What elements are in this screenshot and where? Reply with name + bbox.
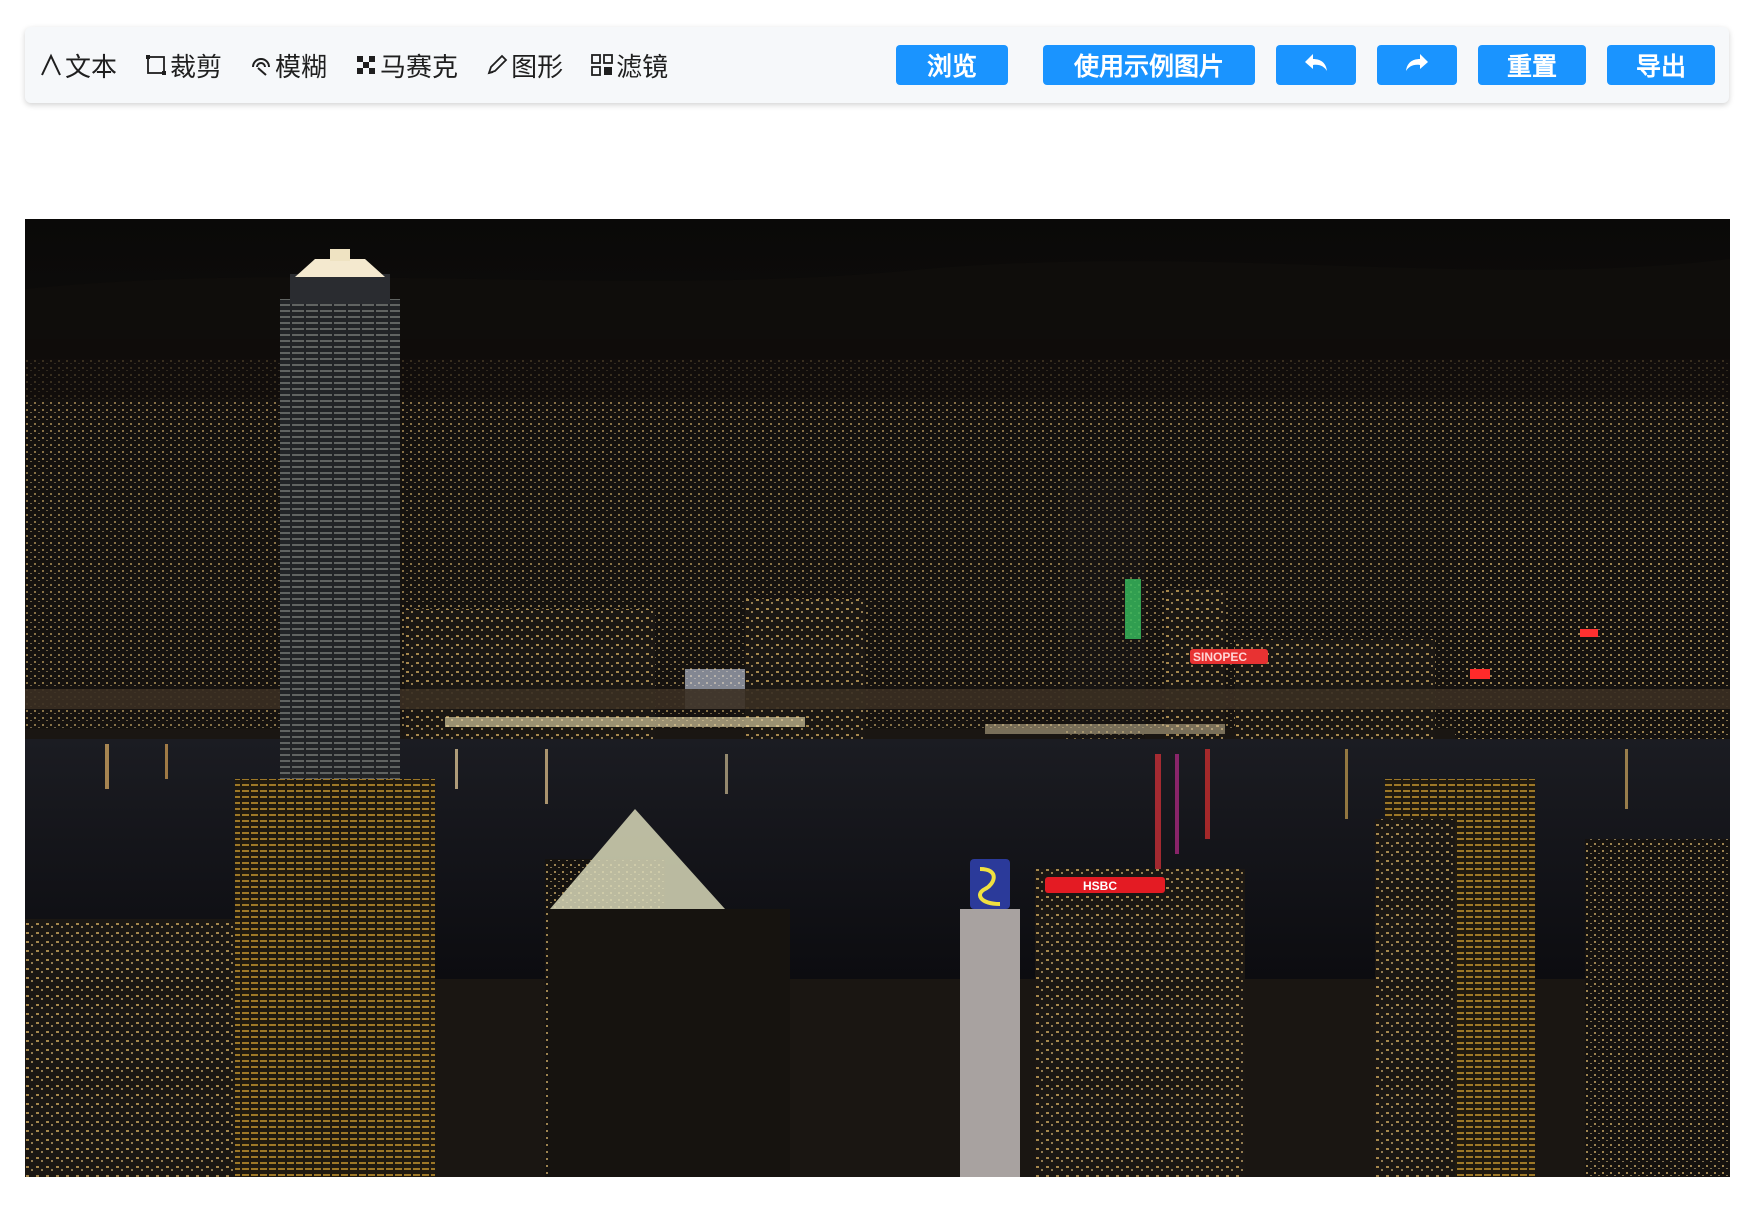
undo-button[interactable] — [1276, 45, 1356, 85]
blur-icon — [249, 52, 273, 78]
browse-button[interactable]: 浏览 — [896, 45, 1008, 85]
image-canvas[interactable]: SINOPEC HSBC — [25, 219, 1730, 1177]
export-button[interactable]: 导出 — [1607, 45, 1715, 85]
tall-tower — [280, 249, 400, 779]
tool-blur-label: 模糊 — [275, 52, 328, 83]
mosaic-icon — [354, 52, 378, 78]
tool-filter-label: 滤镜 — [616, 52, 669, 83]
tool-shape[interactable]: 图形 — [485, 45, 563, 85]
hsbc-sign: HSBC — [1083, 879, 1117, 893]
tool-mosaic[interactable]: 马赛克 — [354, 45, 458, 85]
tool-text-label: 文本 — [65, 52, 118, 83]
redo-icon — [1402, 47, 1432, 83]
editor-toolbar: 文本 裁剪 模糊 马赛克 图形 滤镜 浏览 使用示例图片 重置 导出 — [25, 27, 1729, 103]
tool-blur[interactable]: 模糊 — [249, 45, 327, 85]
undo-icon — [1301, 47, 1331, 83]
filter-icon — [590, 52, 614, 78]
tool-crop[interactable]: 裁剪 — [144, 45, 222, 85]
action-group: 浏览 使用示例图片 重置 导出 — [896, 27, 1715, 103]
tool-filter[interactable]: 滤镜 — [590, 45, 668, 85]
pencil-icon — [485, 52, 509, 78]
crop-icon — [144, 52, 168, 78]
text-icon — [39, 52, 63, 78]
tool-text[interactable]: 文本 — [39, 45, 117, 85]
sample-image-button[interactable]: 使用示例图片 — [1043, 45, 1255, 85]
tool-group: 文本 裁剪 模糊 马赛克 图形 滤镜 — [39, 27, 695, 103]
reset-button[interactable]: 重置 — [1478, 45, 1586, 85]
tool-mosaic-label: 马赛克 — [380, 52, 459, 83]
tool-crop-label: 裁剪 — [170, 52, 223, 83]
tool-shape-label: 图形 — [511, 52, 564, 83]
redo-button[interactable] — [1377, 45, 1457, 85]
cityscape-image: SINOPEC HSBC — [25, 219, 1730, 1177]
sinopec-sign: SINOPEC — [1193, 650, 1247, 664]
